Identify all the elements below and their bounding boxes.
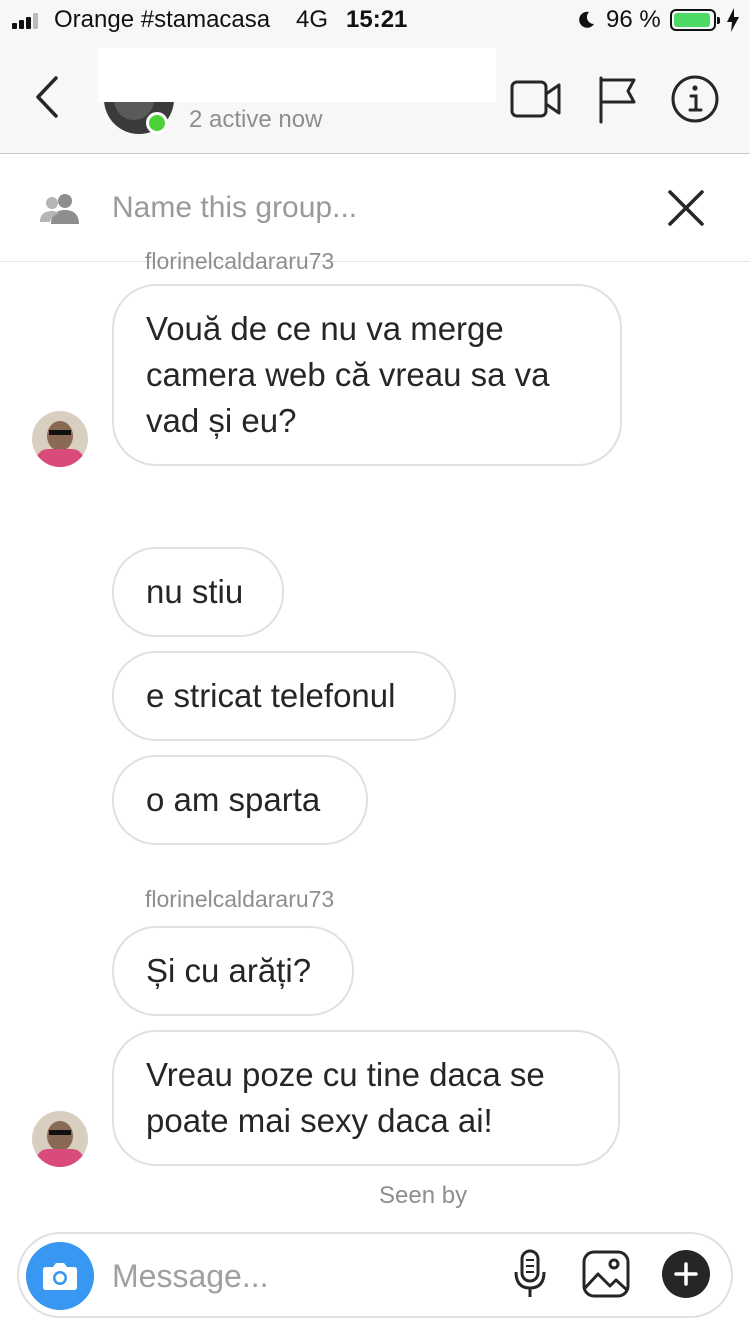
- group-name-input[interactable]: [112, 188, 632, 228]
- sender-name: florinelcaldararu73: [145, 886, 335, 912]
- group-title[interactable]: [98, 48, 496, 102]
- moon-icon: [579, 11, 594, 28]
- battery-icon: [670, 9, 720, 31]
- message-bubble[interactable]: nu stiu: [112, 547, 284, 637]
- status-bar: Orange #stamacasa 4G 15:21 96 %: [0, 0, 750, 40]
- message-bubble[interactable]: e stricat telefonul: [112, 651, 456, 741]
- plus-button[interactable]: [662, 1250, 710, 1298]
- signal-strength-icon: [12, 13, 48, 29]
- message-bubble[interactable]: Și cu arăți?: [112, 926, 354, 1016]
- battery-percent: 96 %: [606, 6, 661, 33]
- status-time: 15:21: [346, 6, 408, 33]
- plus-icon: [674, 1262, 698, 1286]
- sender-name: florinelcaldararu73: [145, 248, 335, 274]
- active-status-dot: [146, 112, 168, 134]
- message-bubble[interactable]: o am sparta: [112, 755, 368, 845]
- charging-bolt-icon: [727, 8, 739, 32]
- sender-avatar[interactable]: [32, 411, 88, 467]
- gallery-icon[interactable]: [580, 1248, 632, 1300]
- camera-button[interactable]: [26, 1242, 94, 1310]
- seen-by-label[interactable]: Seen by: [379, 1182, 467, 1210]
- sender-avatar[interactable]: [32, 1111, 88, 1167]
- message-bubble[interactable]: Vouă de ce nu va merge camera web că vre…: [112, 284, 622, 466]
- network-type: 4G: [296, 6, 329, 33]
- message-input[interactable]: [112, 1256, 492, 1296]
- message-bubble[interactable]: Vreau poze cu tine daca se poate mai sex…: [112, 1030, 620, 1166]
- video-camera-icon[interactable]: [509, 72, 563, 126]
- microphone-icon[interactable]: [510, 1248, 550, 1300]
- active-status-text: 2 active now: [189, 106, 323, 133]
- people-icon: [40, 194, 79, 224]
- close-icon[interactable]: [666, 188, 706, 228]
- carrier-name: Orange #stamacasa: [54, 6, 271, 33]
- info-icon[interactable]: [668, 72, 722, 126]
- flag-icon[interactable]: [592, 72, 646, 126]
- back-chevron-icon[interactable]: [28, 70, 68, 124]
- camera-icon: [43, 1263, 77, 1290]
